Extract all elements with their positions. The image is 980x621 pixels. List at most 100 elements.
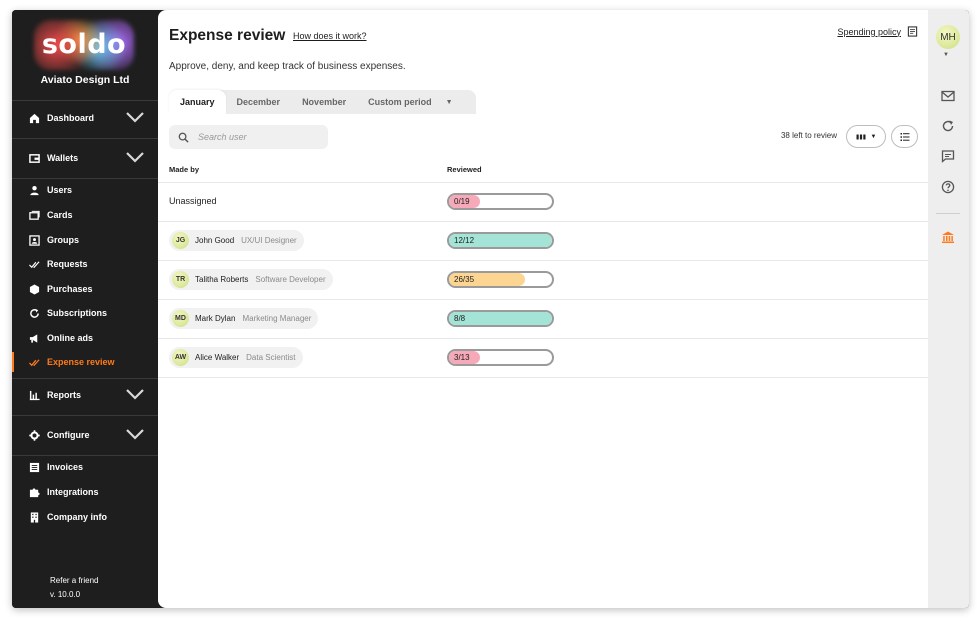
sidebar-item-reports[interactable]: Reports [12, 383, 158, 407]
tab-label: Custom period [368, 97, 432, 107]
right-rail: MH ▼ [928, 10, 969, 608]
user-role: Data Scientist [246, 353, 296, 362]
chat-icon[interactable] [940, 148, 956, 164]
refer-a-friend-link[interactable]: Refer a friend [50, 576, 98, 585]
mail-icon[interactable] [940, 88, 956, 104]
table-divider [158, 377, 928, 378]
review-count: 8/8 [454, 314, 466, 323]
sidebar-item-label: Subscriptions [47, 308, 108, 318]
app-frame: soldo Aviato Design Ltd Dashboard Wallet… [12, 10, 969, 608]
rail-divider [936, 213, 960, 214]
search-box[interactable] [169, 125, 328, 149]
refresh-icon [28, 307, 40, 319]
sidebar-item-label: Users [47, 185, 73, 195]
sidebar-item-groups[interactable]: Groups [12, 228, 158, 252]
user-name: Mark Dylan [195, 314, 236, 323]
how-does-it-work-link[interactable]: How does it work? [293, 31, 367, 41]
review-count: 3/13 [454, 353, 470, 362]
sidebar-divider [12, 100, 158, 101]
table-row[interactable]: JG John Good UX/UI Designer 12/12 [158, 221, 928, 260]
user-chip[interactable]: MD Mark Dylan Marketing Manager [169, 308, 319, 329]
bar-chart-icon [28, 389, 40, 401]
columns-icon [856, 134, 866, 139]
sidebar-item-label: Cards [47, 210, 73, 220]
left-to-review-count: 38 left to review [780, 131, 837, 140]
sidebar-item-users[interactable]: Users [12, 178, 158, 202]
sidebar-item-label: Wallets [47, 153, 79, 163]
sidebar-item-requests[interactable]: Requests [12, 252, 158, 276]
review-progress-bar: 26/35 [447, 271, 554, 288]
user-chip[interactable]: JG John Good UX/UI Designer [169, 230, 304, 251]
table-row[interactable]: Unassigned 0/19 [158, 182, 928, 221]
sidebar-item-expense-review[interactable]: Expense review [12, 350, 158, 374]
caret-down-icon: ▼ [445, 98, 453, 106]
refresh-icon[interactable] [940, 118, 956, 134]
home-icon [28, 112, 40, 124]
sidebar-item-integrations[interactable]: Integrations [12, 480, 158, 504]
sidebar-item-online-ads[interactable]: Online ads [12, 326, 158, 350]
sidebar-item-label: Expense review [47, 357, 115, 367]
sidebar-item-wallets[interactable]: Wallets [12, 146, 158, 170]
sidebar-item-purchases[interactable]: Purchases [12, 277, 158, 301]
chevron-down-icon[interactable] [126, 110, 144, 124]
spending-policy-label: Spending policy [837, 26, 901, 37]
sidebar-item-label: Purchases [47, 284, 93, 294]
sidebar-item-label: Configure [47, 430, 90, 440]
tab-label: November [302, 97, 347, 107]
sidebar-item-cards[interactable]: Cards [12, 203, 158, 227]
column-header-reviewed[interactable]: Reviewed [447, 165, 482, 174]
review-count: 0/19 [454, 197, 470, 206]
review-progress-bar: 8/8 [447, 310, 554, 327]
tab-december[interactable]: December [226, 90, 292, 114]
sidebar-item-subscriptions[interactable]: Subscriptions [12, 301, 158, 325]
user-role: Marketing Manager [242, 314, 312, 323]
wallet-icon [28, 152, 40, 164]
sidebar-item-dashboard[interactable]: Dashboard [12, 106, 158, 130]
chevron-down-icon[interactable] [126, 150, 144, 164]
version-text: v. 10.0.0 [50, 590, 81, 599]
sidebar-item-label: Dashboard [47, 113, 95, 123]
chevron-down-icon[interactable] [126, 427, 144, 441]
table-row[interactable]: MD Mark Dylan Marketing Manager 8/8 [158, 299, 928, 338]
sidebar-item-label: Online ads [47, 333, 94, 343]
list-options-button[interactable] [891, 125, 918, 148]
user-name: John Good [195, 236, 235, 245]
sidebar-item-label: Invoices [47, 462, 84, 472]
chevron-down-icon[interactable] [126, 387, 144, 401]
puzzle-icon [28, 486, 40, 498]
soldo-logo[interactable]: soldo [34, 20, 134, 70]
caret-down-icon[interactable]: ▼ [943, 52, 949, 58]
table-row[interactable]: AW Alice Walker Data Scientist 3/13 [158, 338, 928, 377]
column-view-button[interactable]: ▼ [846, 125, 886, 148]
avatar: TR [172, 271, 189, 288]
tab-november[interactable]: November [291, 90, 357, 114]
spending-policy-link[interactable]: Spending policy [837, 26, 918, 37]
column-header-made-by[interactable]: Made by [169, 165, 199, 174]
user-role: UX/UI Designer [241, 236, 297, 245]
sidebar-item-company-info[interactable]: Company info [12, 505, 158, 529]
user-role: Software Developer [255, 275, 326, 284]
building-icon [28, 511, 40, 523]
tab-custom-period[interactable]: Custom period ▼ [357, 90, 463, 114]
sidebar-item-invoices[interactable]: Invoices [12, 455, 158, 479]
sidebar-item-label: Groups [47, 235, 80, 245]
avatar: JG [172, 232, 189, 249]
tab-label: January [180, 97, 215, 107]
help-icon[interactable] [940, 179, 956, 195]
review-count: 26/35 [454, 275, 475, 284]
table-row[interactable]: TR Talitha Roberts Software Developer 26… [158, 260, 928, 299]
user-chip[interactable]: TR Talitha Roberts Software Developer [169, 269, 333, 290]
search-input[interactable] [198, 132, 318, 142]
list-icon [28, 461, 40, 473]
unassigned-label: Unassigned [169, 196, 217, 206]
user-icon [28, 184, 40, 196]
sidebar-item-label: Integrations [47, 487, 99, 497]
gear-icon [28, 429, 40, 441]
groups-icon [28, 234, 40, 246]
user-avatar[interactable]: MH [936, 25, 960, 49]
sidebar-item-configure[interactable]: Configure [12, 423, 158, 447]
page-title: Expense review [169, 27, 286, 44]
bank-icon[interactable] [940, 229, 956, 245]
tab-january[interactable]: January [169, 90, 226, 114]
user-chip[interactable]: AW Alice Walker Data Scientist [169, 347, 303, 368]
